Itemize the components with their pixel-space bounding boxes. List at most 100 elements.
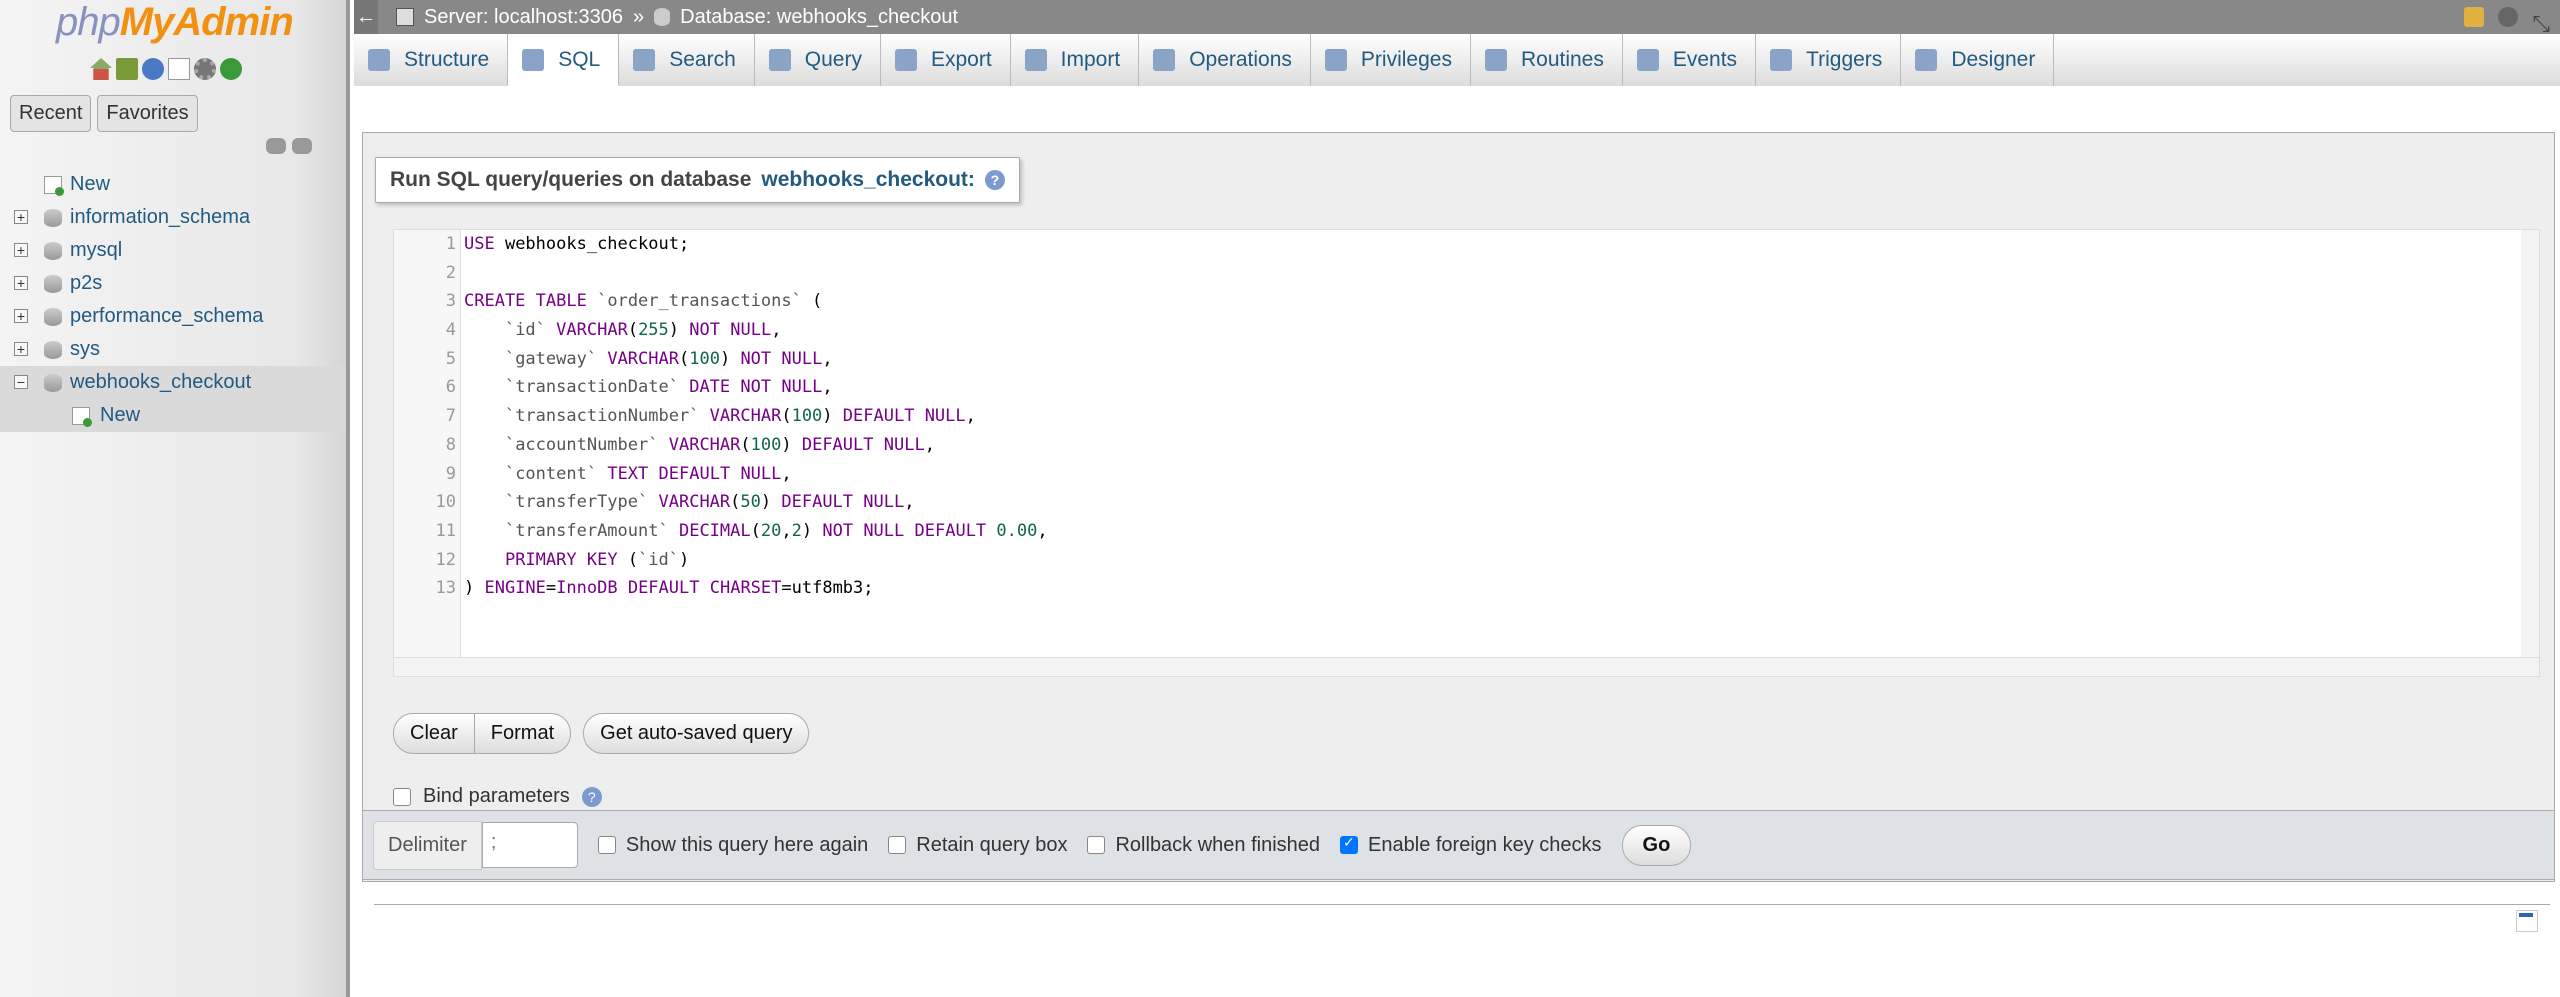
tab-search[interactable]: Search	[619, 34, 755, 86]
server-icon	[396, 8, 414, 26]
settings-icon[interactable]	[194, 58, 216, 80]
collapse-icon[interactable]: ⤡	[2532, 7, 2550, 36]
line-number: 4	[445, 320, 456, 341]
tree-item-new[interactable]: New	[0, 168, 346, 201]
code-line[interactable]: 5 `gateway` VARCHAR(100) NOT NULL,	[446, 345, 1048, 374]
designer-icon	[1915, 49, 1938, 71]
delimiter-input[interactable]: ;	[481, 822, 578, 868]
horizontal-scrollbar[interactable]	[394, 657, 2539, 676]
tree-item-mysql[interactable]: + mysql	[0, 234, 346, 267]
tab-label: Routines	[1520, 48, 1604, 71]
help-icon[interactable]: ?	[984, 170, 1005, 190]
tab-sql[interactable]: SQL	[508, 34, 620, 86]
delimiter-label: Delimiter	[373, 820, 482, 870]
expand-icon[interactable]: +	[14, 342, 28, 356]
database-icon	[44, 209, 62, 227]
tree-item-label: webhooks_checkout	[70, 371, 252, 393]
code-line[interactable]: 3 CREATE TABLE `order_transactions` (	[446, 287, 1048, 316]
code-line[interactable]: 12 PRIMARY KEY (`id`)	[436, 546, 1048, 575]
tree-item-performance_schema[interactable]: + performance_schema	[0, 300, 346, 333]
breadcrumb-server[interactable]: Server: localhost:3306	[424, 0, 623, 34]
tab-privileges[interactable]: Privileges	[1311, 34, 1471, 86]
tree-item-label: information_schema	[70, 206, 251, 228]
tab-label: Query	[804, 48, 862, 71]
legend-database[interactable]: webhooks_checkout:	[761, 168, 975, 192]
clear-button[interactable]: Clear	[393, 713, 475, 754]
phpmyadmin-logo[interactable]: phpMyAdmin	[56, 0, 294, 45]
divider	[374, 904, 2550, 905]
bind-parameters-checkbox[interactable]	[393, 787, 411, 806]
sql-editor[interactable]: 1 USE webhooks_checkout; 2 3 CREATE TABLE `o…	[393, 229, 2540, 677]
format-button[interactable]: Format	[474, 713, 572, 754]
tab-export[interactable]: Export	[881, 34, 1011, 86]
code-text: `transactionNumber` VARCHAR(100) DEFAULT…	[504, 406, 976, 427]
code-line[interactable]: 13) ENGINE=InnoDB DEFAULT CHARSET=utf8mb…	[436, 574, 1048, 603]
retain-query-box-checkbox[interactable]	[888, 836, 907, 854]
back-arrow-icon[interactable]: ←	[354, 0, 378, 34]
help-icon[interactable]	[142, 58, 164, 80]
query-icon	[768, 49, 791, 71]
logout-icon[interactable]	[116, 58, 138, 80]
tab-query[interactable]: Query	[755, 34, 881, 86]
documentation-icon[interactable]	[168, 58, 190, 80]
get-auto-saved-query-button[interactable]: Get auto-saved query	[583, 713, 810, 754]
tree-item-new[interactable]: New	[0, 399, 346, 432]
tab-events[interactable]: Events	[1623, 34, 1757, 86]
code-area[interactable]: 1 USE webhooks_checkout; 2 3 CREATE TABLE `o…	[436, 230, 1048, 603]
expand-icon[interactable]: +	[14, 309, 28, 323]
code-text: `accountNumber` VARCHAR(100) DEFAULT NUL…	[504, 434, 935, 455]
tree-item-webhooks_checkout[interactable]: − webhooks_checkout	[0, 366, 346, 399]
vertical-scrollbar[interactable]	[2521, 230, 2539, 660]
expand-icon[interactable]: +	[14, 243, 28, 257]
foreign-key-checks-checkbox[interactable]	[1340, 834, 1359, 854]
reload-icon[interactable]	[220, 58, 242, 80]
console-icon[interactable]	[2516, 910, 2538, 932]
lock-icon[interactable]	[2464, 7, 2485, 27]
code-line[interactable]: 6 `transactionDate` DATE NOT NULL,	[446, 373, 1048, 402]
collapse-all-icon[interactable]	[266, 138, 286, 154]
tab-label: Export	[930, 48, 992, 71]
breadcrumb-database[interactable]: Database: webhooks_checkout	[680, 0, 958, 34]
recent-button[interactable]: Recent	[10, 95, 92, 132]
events-icon	[1636, 49, 1659, 71]
help-icon[interactable]: ?	[581, 786, 602, 807]
query-options-bar: Delimiter ; Show this query here again R…	[362, 810, 2555, 880]
link-with-main-icon[interactable]	[292, 138, 312, 154]
line-number: 2	[445, 262, 456, 283]
tab-designer[interactable]: Designer	[1901, 34, 2055, 86]
code-line[interactable]: 7 `transactionNumber` VARCHAR(100) DEFAU…	[446, 402, 1048, 431]
code-line[interactable]: 9 `content` TEXT DEFAULT NULL,	[446, 460, 1048, 489]
go-button[interactable]: Go	[1621, 824, 1692, 866]
show-query-again-checkbox[interactable]	[597, 836, 616, 854]
tree-item-p2s[interactable]: + p2s	[0, 267, 346, 300]
code-line[interactable]: 1 USE webhooks_checkout;	[446, 230, 1048, 259]
code-text: PRIMARY KEY (`id`)	[504, 549, 690, 570]
expand-icon[interactable]: +	[14, 276, 28, 290]
gear-icon[interactable]	[2498, 7, 2519, 27]
tree-item-sys[interactable]: + sys	[0, 333, 346, 366]
tree-item-label: performance_schema	[70, 305, 264, 327]
code-line[interactable]: 10 `transferType` VARCHAR(50) DEFAULT NU…	[436, 488, 1048, 517]
query-legend: Run SQL query/queries on database webhoo…	[375, 157, 1020, 203]
code-text: `transferAmount` DECIMAL(20,2) NOT NULL …	[504, 520, 1048, 541]
expand-icon[interactable]: +	[14, 210, 28, 224]
tab-operations[interactable]: Operations	[1139, 34, 1311, 86]
rollback-checkbox[interactable]	[1087, 836, 1106, 854]
tab-import[interactable]: Import	[1011, 34, 1140, 86]
code-line[interactable]: 8 `accountNumber` VARCHAR(100) DEFAULT N…	[446, 431, 1048, 460]
code-line[interactable]: 2	[446, 259, 1048, 288]
tab-triggers[interactable]: Triggers	[1756, 34, 1902, 86]
foreign-key-checks-label: Enable foreign key checks	[1368, 833, 1602, 856]
tree-item-information_schema[interactable]: + information_schema	[0, 201, 346, 234]
tree-item-label: p2s	[70, 272, 103, 294]
collapse-icon[interactable]: −	[14, 375, 28, 389]
tab-structure[interactable]: Structure	[354, 34, 509, 86]
home-icon[interactable]	[90, 58, 112, 80]
tab-routines[interactable]: Routines	[1471, 34, 1623, 86]
tab-label: Search	[669, 48, 736, 71]
code-text: ) ENGINE=InnoDB DEFAULT CHARSET=utf8mb3;	[464, 578, 874, 599]
code-line[interactable]: 11 `transferAmount` DECIMAL(20,2) NOT NU…	[436, 517, 1048, 546]
sql-query-fieldset: Run SQL query/queries on database webhoo…	[362, 132, 2555, 882]
code-line[interactable]: 4 `id` VARCHAR(255) NOT NULL,	[446, 316, 1048, 345]
favorites-button[interactable]: Favorites	[97, 95, 198, 132]
